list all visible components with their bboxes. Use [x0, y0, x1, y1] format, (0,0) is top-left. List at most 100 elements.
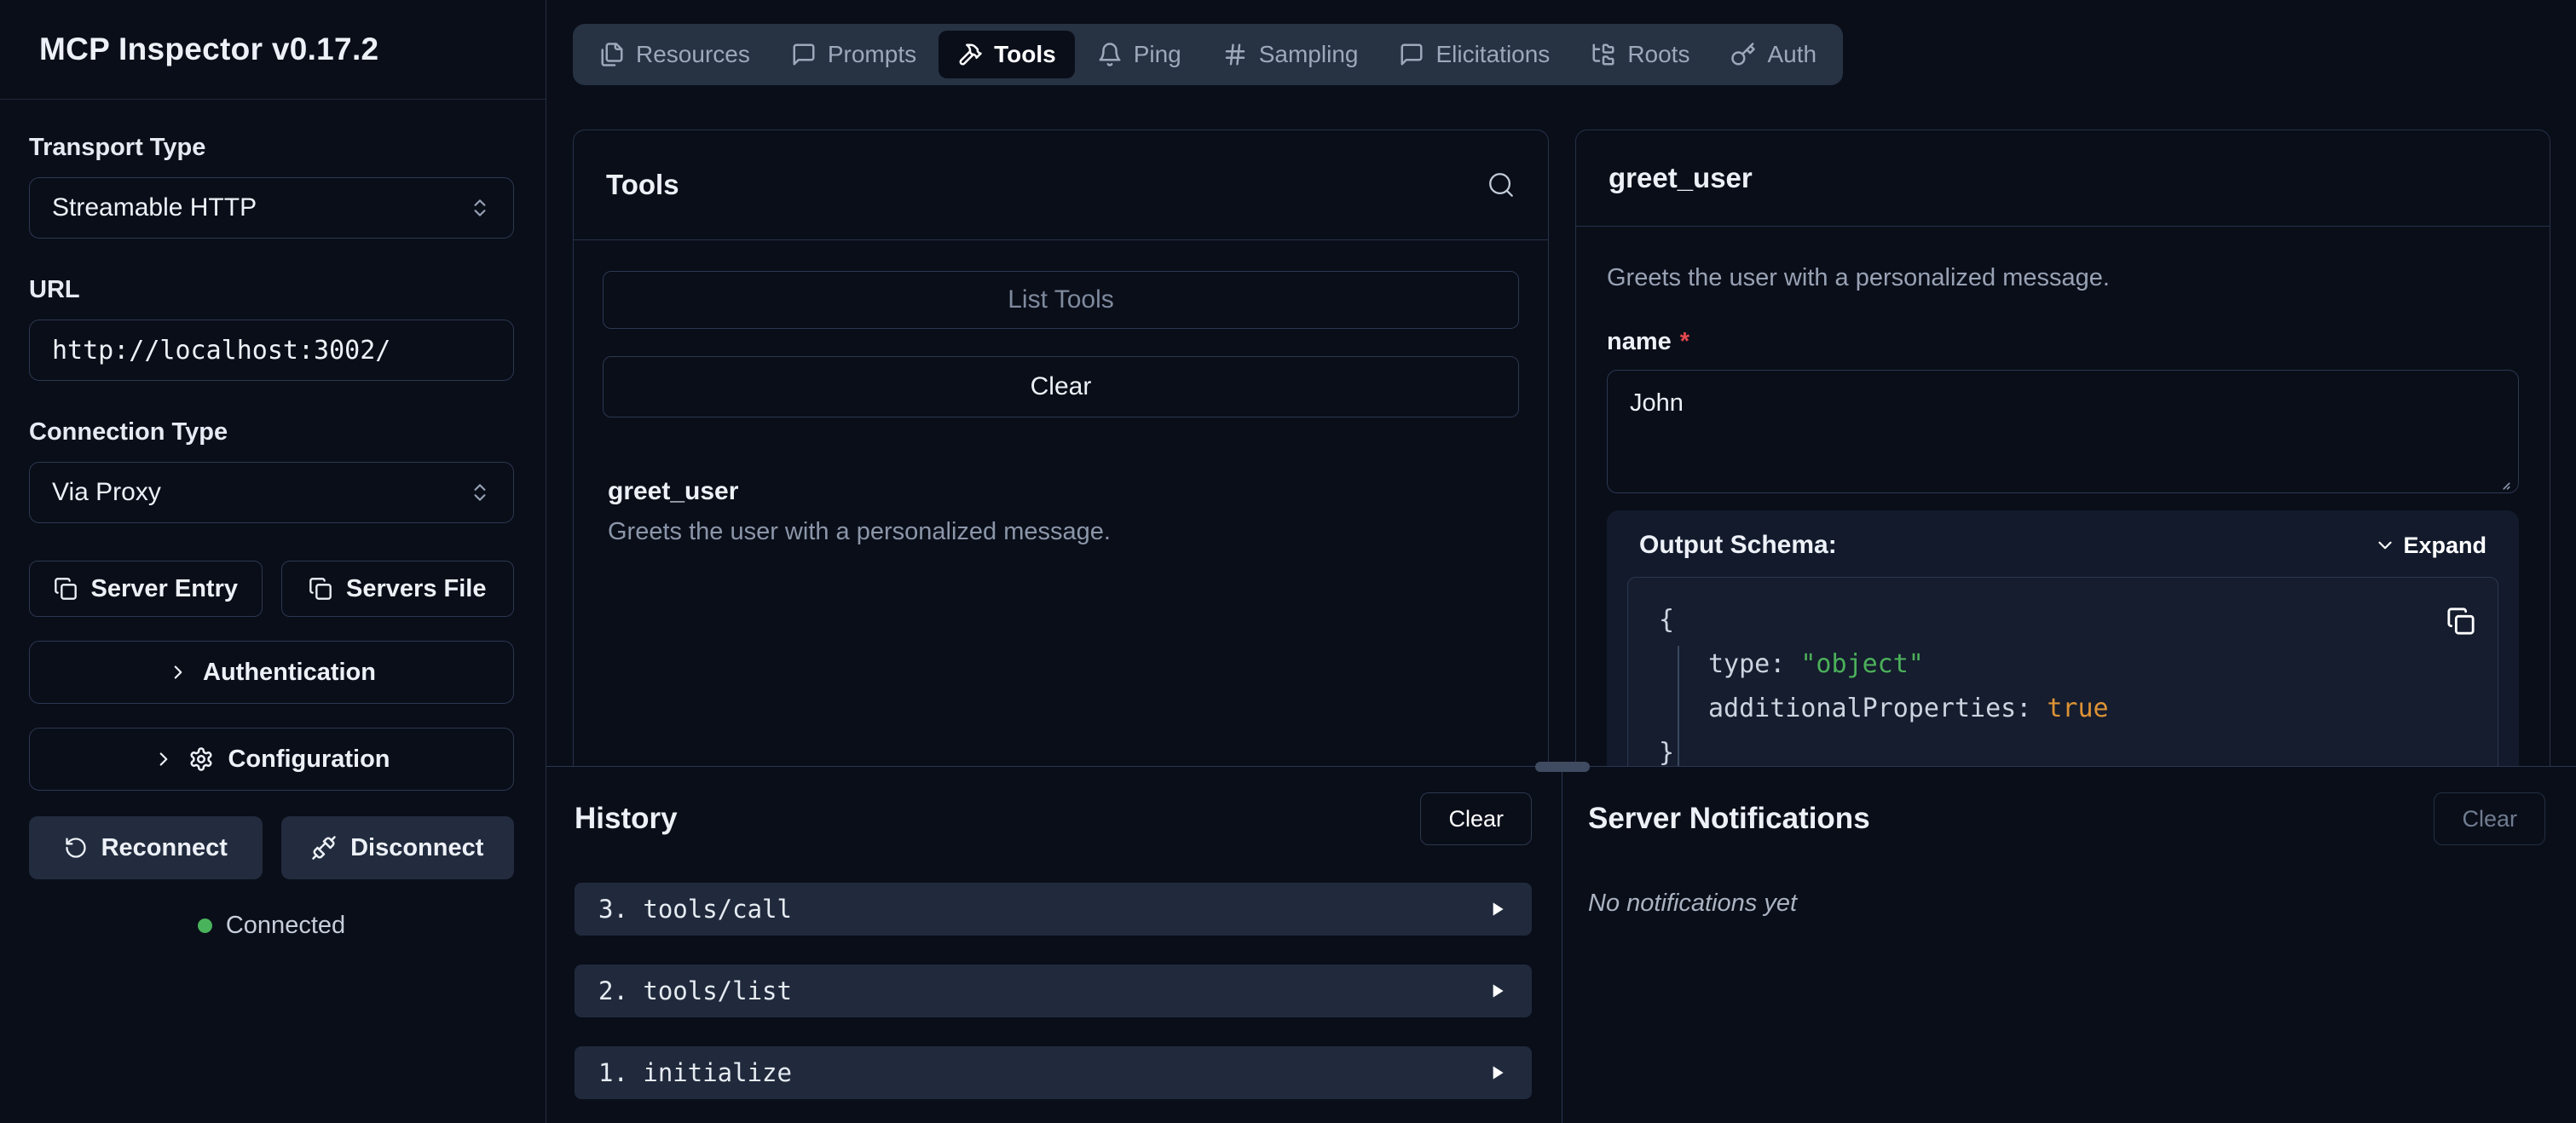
authentication-label: Authentication — [203, 659, 376, 687]
tools-panel-title: Tools — [606, 169, 679, 201]
sidebar-header: MCP Inspector v0.17.2 — [0, 0, 546, 100]
url-label: URL — [29, 276, 514, 304]
key-icon — [1730, 42, 1756, 67]
expand-arrow-icon — [1486, 1062, 1508, 1084]
status-text: Connected — [226, 912, 345, 940]
copy-icon — [309, 577, 332, 601]
hash-icon — [1222, 42, 1248, 67]
output-schema-title: Output Schema: — [1639, 531, 1837, 560]
chevrons-up-down-icon — [469, 481, 491, 504]
chevron-right-icon — [153, 748, 175, 770]
disconnect-button[interactable]: Disconnect — [281, 816, 515, 879]
detail-panel-title: greet_user — [1609, 162, 1753, 194]
main-area: Resources Prompts Tools Ping Sampling El… — [546, 0, 2576, 766]
tab-tools[interactable]: Tools — [939, 31, 1075, 78]
servers-file-label: Servers File — [346, 575, 486, 603]
code-line: type: "object" — [1628, 642, 2498, 687]
connection-status: Connected — [29, 912, 514, 940]
clear-notifications-button[interactable]: Clear — [2434, 792, 2545, 845]
expand-arrow-icon — [1486, 980, 1508, 1002]
schema-code-block: { type: "object" additionalProperties: t… — [1627, 577, 2498, 766]
copy-icon[interactable] — [2446, 607, 2475, 636]
tab-prompts[interactable]: Prompts — [772, 31, 935, 78]
server-entry-button[interactable]: Server Entry — [29, 561, 263, 617]
field-label-row: name * — [1607, 328, 2519, 356]
code-line: } — [1628, 731, 2498, 766]
history-item[interactable]: 2. tools/list — [575, 965, 1532, 1017]
rotate-ccw-icon — [64, 836, 88, 860]
connection-type-label: Connection Type — [29, 418, 514, 446]
files-icon — [599, 42, 625, 67]
clear-history-button[interactable]: Clear — [1420, 792, 1532, 845]
chevron-down-icon — [2374, 534, 2396, 556]
folder-tree-icon — [1591, 42, 1616, 67]
servers-file-button[interactable]: Servers File — [281, 561, 515, 617]
tool-list-item[interactable]: greet_user Greets the user with a person… — [603, 477, 1519, 546]
history-list: 3. tools/call 2. tools/list 1. initializ… — [575, 883, 1532, 1099]
configuration-label: Configuration — [228, 746, 390, 774]
reconnect-label: Reconnect — [101, 834, 228, 862]
expand-label: Expand — [2403, 533, 2486, 559]
search-icon[interactable] — [1487, 170, 1516, 199]
authentication-toggle[interactable]: Authentication — [29, 641, 514, 704]
history-item[interactable]: 3. tools/call — [575, 883, 1532, 936]
message-square-icon — [1399, 42, 1424, 67]
hammer-icon — [957, 42, 983, 67]
sidebar: MCP Inspector v0.17.2 Transport Type Str… — [0, 0, 546, 1123]
name-field[interactable] — [1607, 370, 2519, 493]
tab-roots[interactable]: Roots — [1572, 31, 1708, 78]
reconnect-button[interactable]: Reconnect — [29, 816, 263, 879]
server-entry-label: Server Entry — [91, 575, 239, 603]
tool-description: Greets the user with a personalized mess… — [608, 518, 1514, 546]
tools-panel: Tools List Tools Clear greet_user Greets… — [573, 130, 1549, 766]
notifications-empty-message: No notifications yet — [1588, 890, 2545, 918]
connection-type-value: Via Proxy — [52, 478, 161, 507]
history-title: History — [575, 802, 678, 836]
pane-resize-handle[interactable] — [1535, 762, 1590, 772]
clear-tools-button[interactable]: Clear — [603, 356, 1519, 418]
resize-grip-icon[interactable] — [2490, 469, 2512, 492]
tool-name: greet_user — [608, 477, 1514, 506]
history-pane: History Clear 3. tools/call 2. tools/lis… — [546, 767, 1562, 1123]
sidebar-body: Transport Type Streamable HTTP URL Conne… — [0, 100, 546, 940]
transport-type-value: Streamable HTTP — [52, 193, 257, 222]
connection-type-select[interactable]: Via Proxy — [29, 462, 514, 523]
indent-guide — [1678, 646, 1679, 766]
required-marker: * — [1680, 328, 1689, 356]
transport-type-select[interactable]: Streamable HTTP — [29, 177, 514, 239]
unplug-icon — [311, 835, 337, 861]
expand-toggle[interactable]: Expand — [2374, 533, 2486, 559]
expand-arrow-icon — [1486, 898, 1508, 920]
tab-bar: Resources Prompts Tools Ping Sampling El… — [573, 24, 1843, 85]
disconnect-label: Disconnect — [350, 834, 483, 862]
transport-type-label: Transport Type — [29, 134, 514, 162]
configuration-toggle[interactable]: Configuration — [29, 728, 514, 791]
message-square-icon — [791, 42, 817, 67]
code-line: additionalProperties: true — [1628, 687, 2498, 731]
tools-panel-header: Tools — [574, 130, 1548, 240]
field-label: name — [1607, 328, 1672, 356]
detail-panel-header: greet_user — [1576, 130, 2550, 227]
tab-resources[interactable]: Resources — [580, 31, 769, 78]
output-schema-panel: Output Schema: Expand { type: "object" — [1607, 510, 2519, 766]
tools-panel-body: List Tools Clear greet_user Greets the u… — [574, 240, 1548, 546]
chevron-right-icon — [167, 661, 189, 683]
tool-detail-panel: greet_user Greets the user with a person… — [1575, 130, 2550, 766]
server-notifications-pane: Server Notifications Clear No notificati… — [1562, 767, 2576, 1123]
app-title: MCP Inspector v0.17.2 — [39, 32, 378, 67]
url-input[interactable] — [29, 320, 514, 381]
detail-panel-body: Greets the user with a personalized mess… — [1576, 227, 2550, 766]
tab-sampling[interactable]: Sampling — [1204, 31, 1378, 78]
status-dot-icon — [198, 919, 212, 933]
output-schema-header: Output Schema: Expand — [1627, 531, 2498, 560]
tab-ping[interactable]: Ping — [1078, 31, 1200, 78]
bell-icon — [1097, 42, 1123, 67]
chevrons-up-down-icon — [469, 197, 491, 219]
tab-auth[interactable]: Auth — [1712, 31, 1835, 78]
history-item[interactable]: 1. initialize — [575, 1046, 1532, 1099]
code-line: { — [1628, 598, 2498, 642]
tab-elicitations[interactable]: Elicitations — [1380, 31, 1568, 78]
bottom-panes: History Clear 3. tools/call 2. tools/lis… — [546, 766, 2576, 1123]
list-tools-button[interactable]: List Tools — [603, 271, 1519, 329]
copy-icon — [54, 577, 78, 601]
